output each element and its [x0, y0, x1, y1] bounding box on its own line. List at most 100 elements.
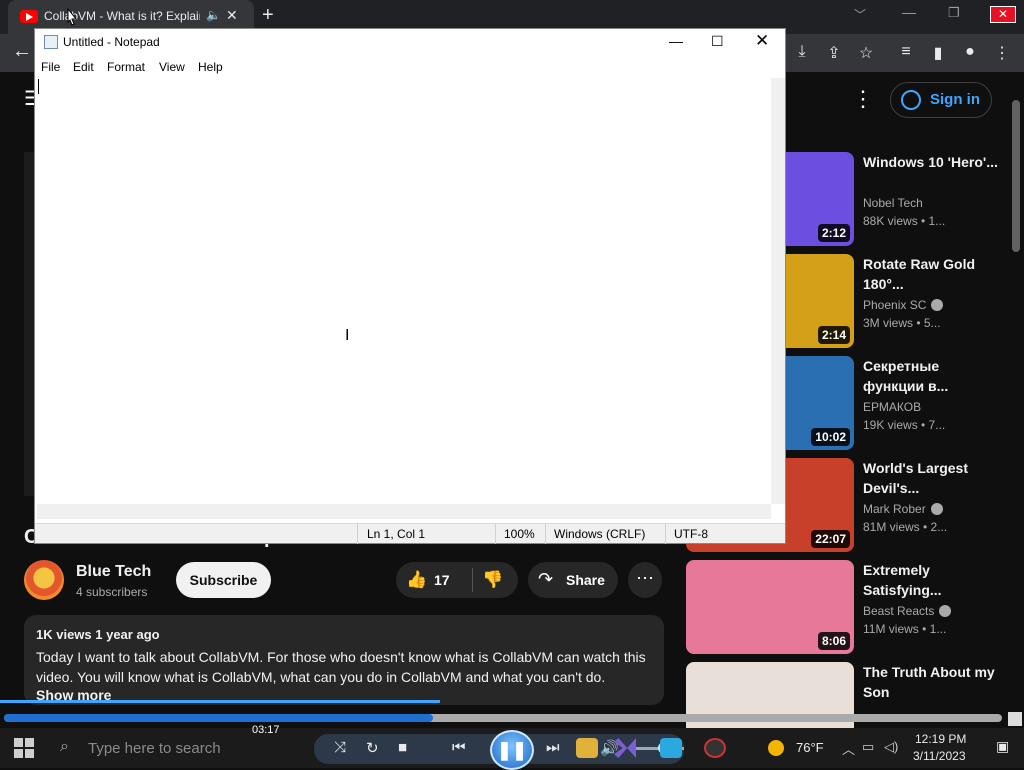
recommendation-channel-name: Beast Reacts: [863, 604, 935, 618]
windows-start-icon[interactable]: [14, 738, 34, 758]
verified-check-icon: [930, 503, 943, 515]
tab-search-chevron-icon[interactable]: ﹀: [854, 6, 866, 23]
recommendation-channel[interactable]: ЕРМАКОВ: [863, 400, 921, 414]
weather-sun-icon[interactable]: [768, 740, 784, 756]
video-duration-badge: 8:06: [817, 632, 850, 650]
notepad-app-icon: [44, 35, 58, 49]
notepad-vertical-scrollbar[interactable]: [771, 78, 785, 504]
status-cursor-position: Ln 1, Col 1: [367, 527, 426, 541]
description-box[interactable]: 1K views 1 year ago Today I want to talk…: [24, 615, 664, 705]
recommendation-channel-name: Phoenix SC: [863, 298, 927, 312]
subscribe-button[interactable]: Subscribe: [176, 562, 271, 598]
views-and-date: 1K views 1 year ago: [36, 627, 160, 642]
repeat-icon[interactable]: ↻: [366, 739, 379, 757]
recommendation-channel-name: Nobel Tech: [863, 196, 923, 210]
side-panel-icon[interactable]: ▮: [928, 43, 948, 63]
stop-icon[interactable]: ■: [398, 739, 407, 756]
recommendation-title[interactable]: Rotate Raw Gold 180°...: [863, 254, 998, 294]
recommendation-channel[interactable]: Beast Reacts: [863, 604, 952, 618]
media-seek-end-handle[interactable]: [1008, 712, 1022, 726]
recommendation-channel[interactable]: Mark Rober: [863, 502, 943, 516]
bookmark-star-icon[interactable]: ☆: [856, 43, 876, 63]
verified-check-icon: [939, 605, 952, 617]
new-tab-button[interactable]: +: [262, 4, 274, 27]
recommendation-title[interactable]: World's Largest Devil's...: [863, 458, 998, 498]
window-restore-button[interactable]: ❐: [948, 5, 960, 21]
profile-icon[interactable]: ●: [960, 43, 980, 61]
recommendation-channel-name: ЕРМАКОВ: [863, 400, 922, 414]
subscriber-count: 4 subscribers: [76, 585, 148, 599]
speaker-icon[interactable]: 🔈: [206, 8, 221, 24]
notepad-text-area[interactable]: [37, 78, 771, 503]
taskbar-clock-time[interactable]: 12:19 PM: [915, 732, 966, 746]
file-explorer-icon[interactable]: [576, 738, 598, 758]
menu-format[interactable]: Format: [107, 60, 145, 74]
recommendation-views: 88K views • 1...: [863, 214, 946, 228]
thumbs-down-icon[interactable]: 👎: [482, 570, 503, 590]
menu-edit[interactable]: Edit: [73, 60, 94, 74]
recommendation-card[interactable]: 8:06 Extremely Satisfying... Beast Reacts 1…: [686, 560, 1006, 656]
channel-avatar[interactable]: [24, 560, 64, 600]
shuffle-icon[interactable]: ⤨: [334, 739, 346, 756]
recommendation-views: 11M views • 1...: [863, 622, 947, 636]
menu-help[interactable]: Help: [198, 60, 223, 74]
previous-track-icon[interactable]: ⏮: [452, 739, 466, 756]
notepad-maximize-button[interactable]: ☐: [711, 33, 724, 50]
recommendation-title[interactable]: Extremely Satisfying...: [863, 560, 998, 600]
weather-temperature[interactable]: 76°F: [796, 740, 824, 755]
search-placeholder: Type here to search: [88, 740, 221, 757]
recorder-app-icon[interactable]: [704, 738, 726, 758]
share-page-icon[interactable]: ⇪: [824, 43, 844, 63]
recommendation-thumbnail[interactable]: 8:06: [686, 560, 854, 654]
taskbar-clock-date[interactable]: 3/11/2023: [913, 749, 966, 763]
back-arrow-icon[interactable]: ←: [12, 40, 32, 63]
media-seek-bar[interactable]: [4, 714, 1002, 722]
recommendation-title[interactable]: Секретные функции в...: [863, 356, 998, 396]
sign-in-button[interactable]: Sign in: [890, 82, 992, 118]
window-minimize-button[interactable]: —: [902, 4, 916, 20]
description-text: Today I want to talk about CollabVM. For…: [36, 649, 646, 685]
pause-button[interactable]: ❚❚: [490, 730, 534, 770]
recommendation-channel[interactable]: Phoenix SC: [863, 298, 944, 312]
recommendation-views: 3M views • 5...: [863, 316, 941, 330]
notepad-close-button[interactable]: ✕: [755, 31, 769, 51]
media-queue-icon[interactable]: ≡: [896, 43, 916, 61]
recommendation-title[interactable]: The Truth About my Son: [863, 662, 998, 702]
status-divider: [495, 524, 496, 544]
install-download-icon[interactable]: ⤓: [792, 43, 812, 61]
like-count[interactable]: 17: [434, 572, 450, 588]
account-circle-icon: [901, 90, 921, 110]
more-actions-button[interactable]: ⋯: [628, 562, 662, 598]
next-track-icon[interactable]: ⏭: [546, 739, 560, 756]
browser-menu-icon[interactable]: ⋮: [992, 43, 1012, 63]
tray-volume-icon[interactable]: ◁): [884, 739, 898, 755]
share-arrow-icon: ↷: [538, 569, 554, 589]
menu-file[interactable]: File: [41, 60, 60, 74]
video-duration-badge: 10:02: [811, 428, 850, 446]
menu-view[interactable]: View: [159, 60, 185, 74]
page-scrollbar[interactable]: [1012, 100, 1020, 252]
notepad-minimize-button[interactable]: —: [669, 33, 683, 49]
channel-name[interactable]: Blue Tech: [76, 563, 151, 581]
media-seek-progress: [4, 714, 434, 722]
like-divider: [472, 568, 473, 592]
notepad-window: Untitled - Notepad — ☐ ✕ File Edit Forma…: [34, 28, 786, 544]
share-label: Share: [566, 572, 605, 588]
notification-icon[interactable]: ▣: [996, 738, 1009, 755]
more-options-icon[interactable]: ⋮: [852, 86, 874, 112]
notepad-title: Untitled - Notepad: [63, 35, 160, 49]
app-taskbar-icon[interactable]: [660, 738, 682, 758]
share-button[interactable]: ↷ Share: [528, 562, 618, 598]
recommendation-channel[interactable]: Nobel Tech: [863, 196, 923, 210]
text-caret: [38, 79, 39, 94]
thumbs-up-icon[interactable]: 👍: [406, 570, 427, 590]
notepad-horizontal-scrollbar[interactable]: [37, 504, 771, 519]
status-divider: [545, 524, 546, 544]
tab-close-icon[interactable]: ✕: [226, 7, 238, 24]
recommendation-channel-name: Mark Rober: [863, 502, 926, 516]
tray-chevron-icon[interactable]: ︿: [842, 739, 855, 758]
window-close-button[interactable]: ✕: [990, 6, 1016, 23]
taskbar-search-box[interactable]: ⌕ Type here to search: [48, 734, 268, 762]
network-icon[interactable]: ▭: [862, 739, 874, 755]
recommendation-title[interactable]: Windows 10 'Hero'...: [863, 152, 998, 172]
